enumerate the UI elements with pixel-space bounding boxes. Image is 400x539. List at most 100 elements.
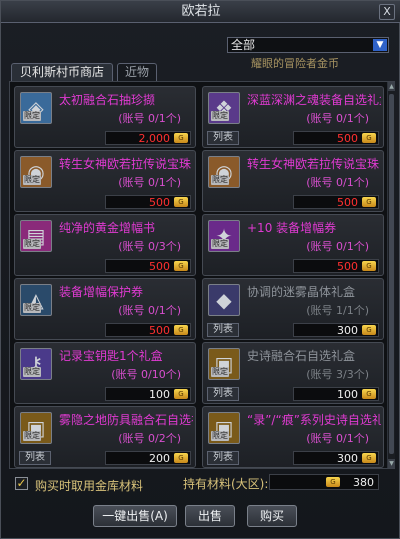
shop-item[interactable]: ✦ 限定 +10 装备增幅券 (账号 0/1个) 500 G — [202, 214, 384, 276]
scrollbar[interactable]: ▲ ▼ — [387, 82, 395, 468]
account-limit: (账号 1/1个) — [306, 304, 369, 317]
limited-badge: 限定 — [23, 239, 41, 249]
shop-item[interactable]: ▣限定“录”/“痕”系列史诗自选礼盒(账号 0/1个)列表300G — [202, 406, 384, 468]
scroll-up-icon[interactable]: ▲ — [388, 82, 395, 91]
account-limit: (账号 3/3个) — [306, 368, 369, 381]
shop-item[interactable]: ▣限定雾隐之地防具融合石自选礼盒(账号 0/2个)列表200G — [14, 406, 196, 468]
price-field: 500 G — [293, 259, 379, 273]
buy-button[interactable]: 购买 — [247, 505, 297, 527]
item-name: 转生女神欧若拉传说宝珠（... — [247, 157, 381, 171]
category-select[interactable]: 全部 ▼ — [227, 37, 389, 53]
price-field: 500 G — [105, 259, 191, 273]
list-button[interactable]: 列表 — [207, 451, 239, 465]
item-price: 300 — [337, 452, 358, 465]
account-limit: (账号 0/1个) — [306, 240, 369, 253]
gold-coin-icon: G — [362, 453, 376, 463]
item-price: 100 — [149, 388, 170, 401]
shop-item[interactable]: ❖ 限定 深蓝深渊之魂装备自选礼盒 (账号 0/1个) 列表 500 G — [202, 86, 384, 148]
item-name: 纯净的黄金增幅书 — [59, 221, 156, 235]
bulk-sell-button[interactable]: 一键出售(A) — [93, 505, 177, 527]
item-name: “录”/“痕”系列史诗自选礼盒 — [247, 413, 381, 427]
shop-item[interactable]: ◆ 协调的迷雾晶体礼盒 (账号 1/1个) 列表 300 G — [202, 278, 384, 340]
window-title: 欧若拉 — [181, 4, 221, 19]
shop-item[interactable]: ⚷ 限定 记录宝钥匙1个礼盒 (账号 0/10个) 100 G — [14, 342, 196, 404]
item-name: 史诗融合石自选礼盒 — [247, 349, 356, 363]
owned-material-label: 持有材料(大区): — [183, 477, 269, 491]
item-price: 500 — [337, 196, 358, 209]
scroll-down-icon[interactable]: ▼ — [388, 459, 395, 468]
item-price: 2,000 — [138, 132, 171, 145]
item-price: 500 — [149, 260, 170, 273]
owned-material-value: 380 — [353, 476, 374, 489]
item-name: 太初融合石抽珍撷 — [59, 93, 156, 107]
shop-item[interactable]: ▣ 限定 史诗融合石自选礼盒 (账号 3/3个) 列表 100 G — [202, 342, 384, 404]
item-name: 记录宝钥匙1个礼盒 — [59, 349, 163, 363]
price-field: 500 G — [105, 323, 191, 337]
limited-badge: 限定 — [23, 367, 41, 377]
limited-badge: 限定 — [211, 175, 229, 185]
close-button[interactable]: X — [379, 4, 395, 20]
shop-item[interactable]: ◉限定转生女神欧若拉传说宝珠（...(账号 0/1个)500G — [202, 150, 384, 212]
limited-badge: 限定 — [23, 303, 41, 313]
item-name: 协调的迷雾晶体礼盒 — [247, 285, 356, 299]
item-price: 200 — [149, 452, 170, 465]
gold-coin-icon: G — [174, 197, 188, 207]
item-name: 转生女神欧若拉传说宝珠（... — [59, 157, 193, 171]
shop-item[interactable]: ▤ 限定 纯净的黄金增幅书 (账号 0/3个) 500 G — [14, 214, 196, 276]
gold-coin-icon: G — [174, 389, 188, 399]
gold-coin-icon: G — [362, 261, 376, 271]
gold-coin-icon: G — [174, 453, 188, 463]
shop-item[interactable]: ◉限定转生女神欧若拉传说宝珠（...(账号 0/1个)500G — [14, 150, 196, 212]
list-button[interactable]: 列表 — [207, 131, 239, 145]
account-limit: (账号 0/1个) — [306, 432, 369, 445]
sell-button[interactable]: 出售 — [185, 505, 235, 527]
use-vault-checkbox[interactable]: ✓ — [15, 477, 28, 490]
crystal-icon[interactable]: ◆ — [208, 284, 240, 316]
price-field: 500 G — [105, 195, 191, 209]
account-limit: (账号 0/1个) — [306, 112, 369, 125]
item-price: 300 — [337, 324, 358, 337]
owned-material-field: G 380 — [269, 474, 379, 490]
item-price: 500 — [149, 324, 170, 337]
price-field: 100 G — [105, 387, 191, 401]
gold-coin-icon: G — [362, 325, 376, 335]
price-field: 2,000 G — [105, 131, 191, 145]
limited-badge: 限定 — [211, 431, 229, 441]
account-limit: (账号 0/10个) — [111, 368, 181, 381]
item-price: 100 — [337, 388, 358, 401]
account-limit: (账号 0/1个) — [118, 304, 181, 317]
price-field: 500 G — [293, 195, 379, 209]
account-limit: (账号 0/3个) — [118, 240, 181, 253]
price-field: 300 G — [293, 451, 379, 465]
category-select-value: 全部 — [231, 38, 256, 52]
price-field: 300 G — [293, 323, 379, 337]
gold-coin-icon: G — [362, 133, 376, 143]
limited-badge: 限定 — [23, 111, 41, 121]
limited-badge: 限定 — [23, 175, 41, 185]
tab-shop[interactable]: 贝利斯村币商店 — [11, 63, 113, 81]
list-button[interactable]: 列表 — [207, 323, 239, 337]
item-name: 装备增幅保护券 — [59, 285, 144, 299]
price-field: 500 G — [293, 131, 379, 145]
price-field: 100 G — [293, 387, 379, 401]
account-limit: (账号 0/1个) — [306, 176, 369, 189]
shop-item[interactable]: ◭ 限定 装备增幅保护券 (账号 0/1个) 500 G — [14, 278, 196, 340]
limited-badge: 限定 — [211, 367, 229, 377]
shop-item[interactable]: ◈ 限定 太初融合石抽珍撷 (账号 0/1个) 2,000 G — [14, 86, 196, 148]
account-limit: (账号 0/1个) — [118, 112, 181, 125]
limited-badge: 限定 — [23, 431, 41, 441]
list-button[interactable]: 列表 — [19, 451, 51, 465]
list-button[interactable]: 列表 — [207, 387, 239, 401]
item-name: +10 装备增幅券 — [247, 221, 337, 235]
item-name: 深蓝深渊之魂装备自选礼盒 — [247, 93, 381, 107]
account-limit: (账号 0/2个) — [118, 432, 181, 445]
account-limit: (账号 0/1个) — [118, 176, 181, 189]
limited-badge: 限定 — [211, 239, 229, 249]
chevron-down-icon[interactable]: ▼ — [373, 39, 387, 51]
gold-coin-icon: G — [326, 477, 340, 487]
gold-coin-icon: G — [174, 261, 188, 271]
title-bar: 欧若拉 X — [1, 1, 400, 23]
use-vault-label: 购买时取用金库材料 — [35, 479, 144, 493]
scroll-thumb[interactable] — [389, 94, 394, 454]
tab-recent[interactable]: 近物 — [117, 63, 157, 81]
